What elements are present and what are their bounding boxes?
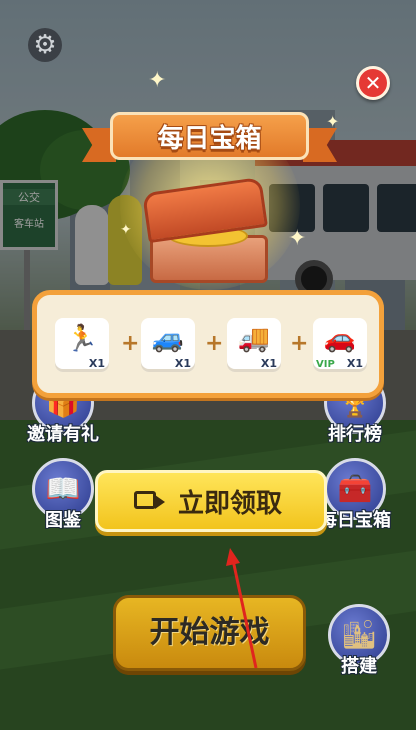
pointer-arrow-icon bbox=[226, 548, 258, 669]
